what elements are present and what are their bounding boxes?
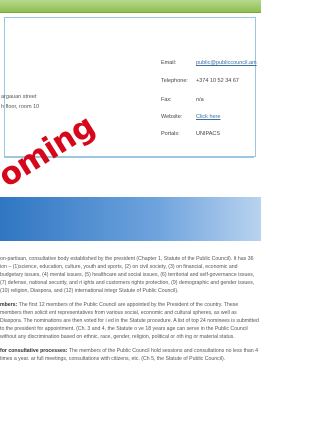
card-divider <box>4 156 254 158</box>
portals-label: Portals: <box>161 131 180 137</box>
address-line-floor: h floor, room 10 <box>1 104 40 110</box>
paragraph-process-label: for consultative processes: <box>0 348 68 354</box>
page: argauan street h floor, room 10 Email: p… <box>0 0 261 422</box>
telephone-value: +374 10 52 34 67 <box>196 78 239 84</box>
paragraph-members-label: mbers: <box>0 302 18 308</box>
section-header-band <box>0 197 261 241</box>
fax-label: Fax: <box>161 97 172 103</box>
body-text: on-partisan, consultative body establish… <box>0 255 259 369</box>
email-link[interactable]: public@publiccouncil.am <box>196 60 257 66</box>
paragraph-members: mbers: The first 12 members of the Publi… <box>0 301 259 341</box>
paragraph-members-text: The first 12 members of the Public Counc… <box>0 302 259 340</box>
telephone-label: Telephone: <box>161 78 188 84</box>
paragraph-process: for consultative processes: The members … <box>0 347 259 363</box>
address-line-street: argauan street <box>1 94 37 100</box>
portals-value: UNIPACS <box>196 131 221 137</box>
website-label: Website: <box>161 114 183 120</box>
email-label: Email: <box>161 60 177 66</box>
paragraph-overview: on-partisan, consultative body establish… <box>0 256 255 294</box>
website-link[interactable]: Click here <box>196 114 220 120</box>
fax-value: n/a <box>196 97 204 103</box>
top-banner-strip <box>0 0 261 13</box>
